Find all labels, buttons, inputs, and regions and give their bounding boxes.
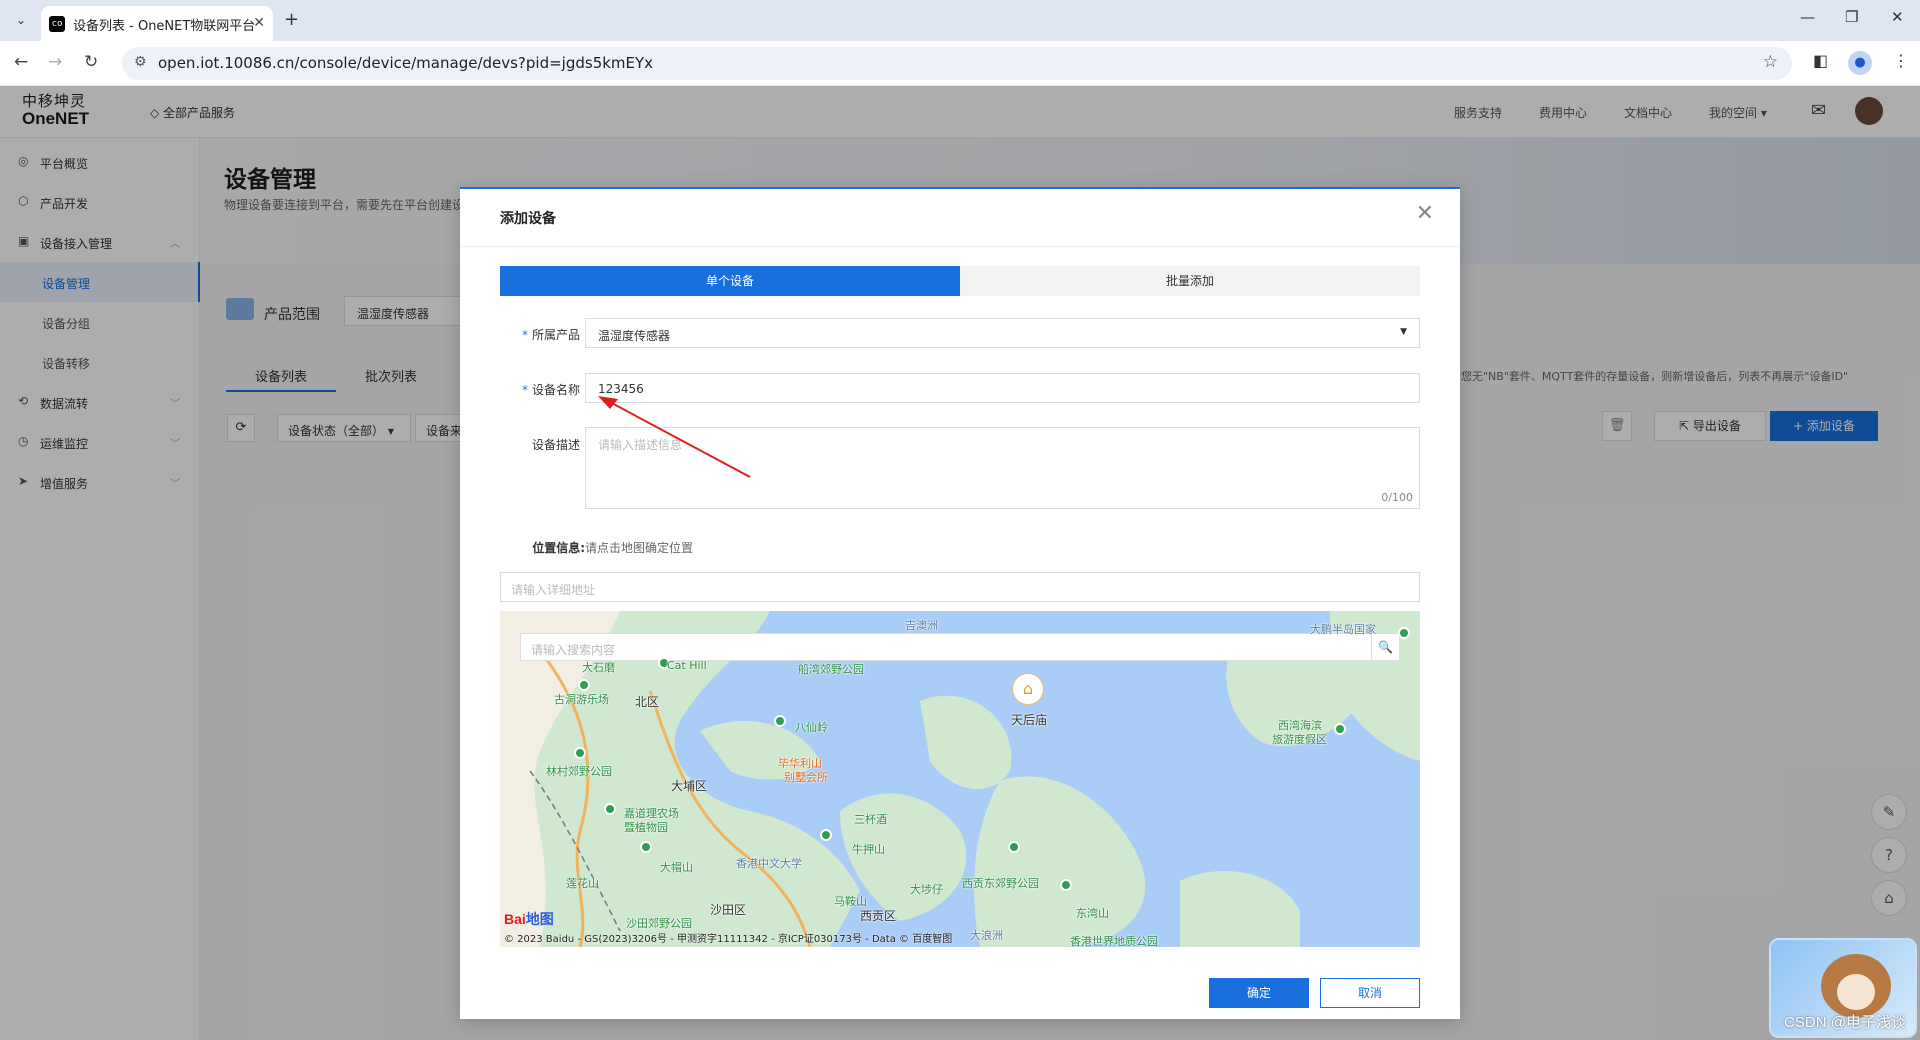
side-panel-icon[interactable]: ◧ — [1813, 51, 1828, 70]
browser-tab-strip: ⌄ co 设备列表 - OneNET物联网平台 ✕ + — ❐ ✕ — [0, 0, 1920, 41]
window-close-icon[interactable]: ✕ — [1891, 8, 1904, 26]
restore-icon[interactable]: ❐ — [1845, 8, 1858, 26]
tab-title: 设备列表 - OneNET物联网平台 — [73, 19, 256, 34]
csdn-watermark: CSDN @电子浅谈 — [1784, 1014, 1906, 1031]
profile-icon[interactable]: ● — [1848, 51, 1872, 75]
omnibox[interactable]: ⚙ open.iot.10086.cn/console/device/manag… — [122, 47, 1792, 80]
site-info-icon[interactable]: ⚙ — [134, 54, 147, 70]
back-icon[interactable]: ← — [14, 52, 28, 72]
address-toolbar: ← → ↻ ⚙ open.iot.10086.cn/console/device… — [0, 41, 1920, 86]
reload-icon[interactable]: ↻ — [84, 52, 98, 72]
csdn-mascot-image: CSDN @电子浅谈 — [1769, 938, 1917, 1038]
tab-close-icon[interactable]: ✕ — [253, 15, 265, 31]
minimize-icon[interactable]: — — [1800, 8, 1815, 26]
forward-icon[interactable]: → — [48, 52, 62, 72]
tab-search-icon[interactable]: ⌄ — [10, 9, 32, 31]
add-device-modal: 添加设备 ✕ 单个设备 批量添加 * 所属产品 温湿度传感器 ▼ * 设备名称 123… — [460, 187, 1460, 1019]
new-tab-icon[interactable]: + — [284, 9, 299, 30]
browser-tab[interactable]: co 设备列表 - OneNET物联网平台 ✕ — [41, 6, 273, 41]
onenet-favicon-icon: co — [49, 16, 65, 32]
bookmark-star-icon[interactable]: ☆ — [1763, 52, 1778, 72]
url-text[interactable]: open.iot.10086.cn/console/device/manage/… — [158, 54, 653, 72]
dog-face — [1837, 974, 1875, 1010]
menu-kebab-icon[interactable]: ⋮ — [1893, 51, 1909, 70]
annotation-arrow — [598, 396, 751, 478]
